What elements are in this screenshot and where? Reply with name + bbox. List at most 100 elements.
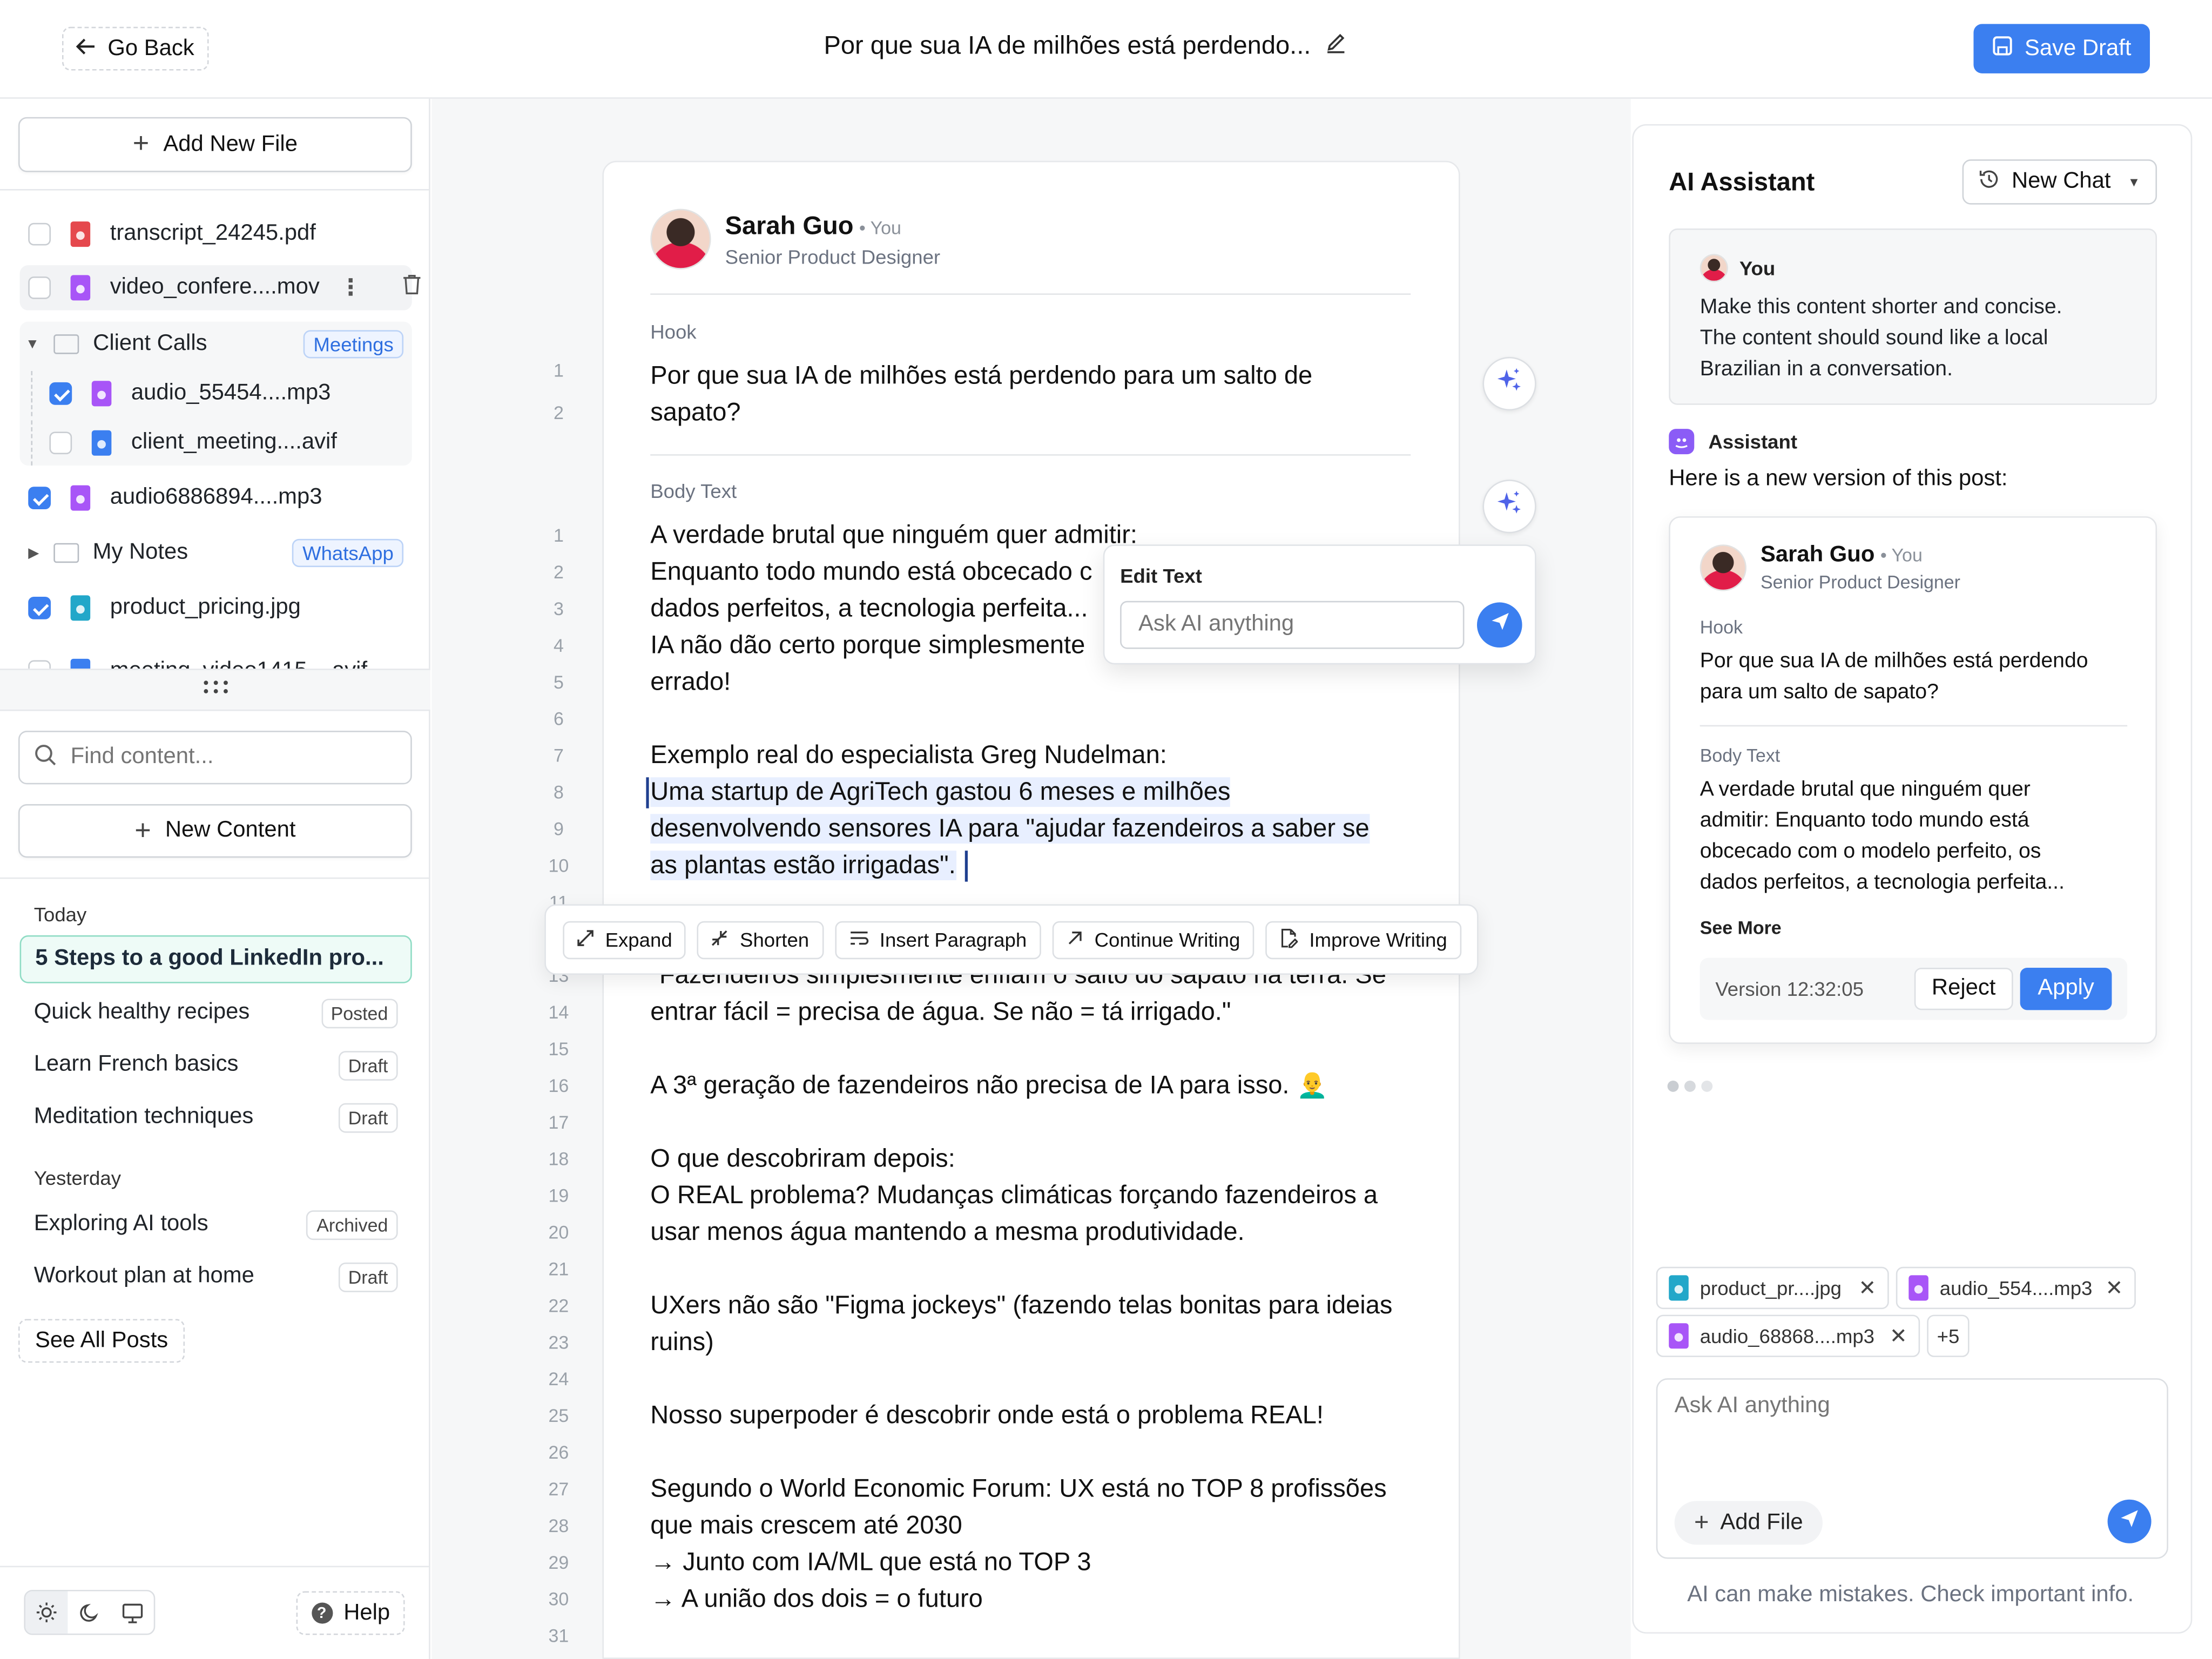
- monitor-icon[interactable]: [111, 1591, 153, 1634]
- image-file-icon: [91, 430, 112, 456]
- file-checkbox[interactable]: [49, 382, 72, 405]
- apply-button[interactable]: Apply: [2020, 967, 2112, 1010]
- edit-text-title: Edit Text: [1120, 564, 1202, 587]
- body-line[interactable]: Enquanto todo mundo está obcecado c: [650, 557, 1092, 587]
- find-content-search[interactable]: [18, 731, 412, 785]
- selected-text-line[interactable]: desenvolvendo sensores IA para "ajudar f…: [650, 814, 1370, 844]
- insert-paragraph-button[interactable]: Insert Paragraph: [834, 920, 1041, 959]
- body-line[interactable]: IA não dão certo porque simplesmente: [650, 631, 1085, 660]
- send-button[interactable]: [1476, 602, 1522, 648]
- file-checkbox[interactable]: [28, 596, 51, 619]
- save-draft-button[interactable]: Save Draft: [1973, 24, 2150, 73]
- post-item[interactable]: Learn French basics Draft: [20, 1041, 412, 1089]
- body-line[interactable]: UXers não são "Figma jockeys" (fazendo t…: [650, 1291, 1392, 1320]
- see-more-link[interactable]: See More: [1700, 917, 1782, 938]
- body-line[interactable]: → A união dos dois = o futuro: [650, 1584, 983, 1614]
- file-item[interactable]: product_pricing.jpg: [20, 585, 412, 631]
- file-item[interactable]: client_meeting....avif: [31, 420, 409, 466]
- folder-item[interactable]: ▼ Client Calls Meetings: [20, 322, 412, 367]
- user-message-line: Brazilian in a conversation.: [1700, 356, 1953, 381]
- moon-icon[interactable]: [68, 1591, 111, 1634]
- post-item-active[interactable]: 5 Steps to a good LinkedIn pro...: [19, 935, 412, 983]
- body-line[interactable]: A 3ª geração de fazendeiros não precisa …: [650, 1071, 1328, 1101]
- document-title[interactable]: Por que sua IA de milhões está perdendo.…: [824, 31, 1348, 60]
- sun-icon[interactable]: [25, 1591, 69, 1634]
- hook-line[interactable]: sapato?: [650, 398, 740, 428]
- post-item[interactable]: Meditation techniques Draft: [20, 1093, 412, 1141]
- caret-right-icon[interactable]: ▶: [28, 545, 39, 561]
- ai-sparkle-button[interactable]: [1482, 356, 1536, 411]
- post-item[interactable]: Quick healthy recipes Posted: [20, 989, 412, 1037]
- body-line[interactable]: usar menos água mantendo a mesma produti…: [650, 1217, 1244, 1247]
- file-checkbox[interactable]: [28, 487, 51, 510]
- reject-button[interactable]: Reject: [1914, 967, 2013, 1010]
- close-icon[interactable]: ✕: [1858, 1275, 1876, 1300]
- send-button[interactable]: [2107, 1499, 2152, 1543]
- new-chat-dropdown[interactable]: New Chat ▼: [1962, 159, 2157, 205]
- post-item[interactable]: Exploring AI tools Archived: [20, 1201, 412, 1249]
- file-name: meeting_video1415....avif: [110, 659, 367, 669]
- file-item[interactable]: audio_55454....mp3: [31, 371, 409, 416]
- close-icon[interactable]: ✕: [1890, 1323, 1907, 1348]
- folder-tag: WhatsApp: [292, 538, 404, 568]
- body-line[interactable]: ruins): [650, 1327, 714, 1357]
- file-item[interactable]: video_confere....mov ⋮: [19, 265, 420, 311]
- more-attachments-count: +5: [1937, 1324, 1960, 1347]
- improve-writing-button[interactable]: Improve Writing: [1265, 920, 1461, 959]
- file-item[interactable]: audio6886894....mp3: [20, 475, 412, 521]
- body-line[interactable]: Exemplo real do especialista Greg Nudelm…: [650, 740, 1167, 770]
- panel-resize-handle[interactable]: [0, 669, 430, 711]
- assistant-intro: Here is a new version of this post:: [1669, 467, 2008, 491]
- body-line[interactable]: O REAL problema? Mudanças climáticas for…: [650, 1181, 1378, 1210]
- body-line[interactable]: errado!: [650, 667, 731, 697]
- body-line[interactable]: Segundo o World Economic Forum: UX está …: [650, 1474, 1386, 1504]
- file-name: transcript_24245.pdf: [110, 221, 316, 246]
- find-content-input[interactable]: [70, 745, 381, 771]
- pencil-icon[interactable]: [1325, 31, 1347, 60]
- continue-writing-button[interactable]: Continue Writing: [1052, 920, 1255, 959]
- file-checkbox[interactable]: [28, 276, 51, 299]
- see-all-posts-button[interactable]: See All Posts: [18, 1319, 185, 1363]
- body-line[interactable]: Nosso superpoder é descobrir onde está o…: [650, 1401, 1324, 1431]
- attachment-chip: audio_554....mp3 ✕: [1896, 1266, 2136, 1310]
- close-icon[interactable]: ✕: [2106, 1275, 2123, 1300]
- new-content-button[interactable]: + New Content: [18, 804, 412, 858]
- file-checkbox[interactable]: [28, 222, 51, 246]
- more-vertical-icon[interactable]: ⋮: [339, 274, 362, 302]
- body-line[interactable]: O que descobriram depois:: [650, 1144, 955, 1174]
- go-back-button[interactable]: Go Back: [62, 26, 209, 71]
- body-line[interactable]: entrar fácil = precisa de água. Se não =…: [650, 997, 1231, 1027]
- edit-text-input[interactable]: [1120, 601, 1465, 649]
- post-item[interactable]: Workout plan at home Draft: [20, 1253, 412, 1301]
- selected-text-line[interactable]: Uma startup de AgriTech gastou 6 meses e…: [650, 777, 1231, 807]
- shorten-button[interactable]: Shorten: [697, 920, 824, 959]
- body-line[interactable]: dados perfeitos, a tecnologia perfeita..…: [650, 594, 1088, 624]
- line-number: 2: [553, 561, 564, 583]
- more-attachments-badge[interactable]: +5: [1927, 1314, 1970, 1357]
- file-item[interactable]: transcript_24245.pdf: [20, 212, 412, 257]
- expand-button[interactable]: Expand: [563, 920, 686, 959]
- post-title: Quick healthy recipes: [33, 1000, 250, 1024]
- body-line[interactable]: A verdade brutal que ninguém quer admiti…: [650, 521, 1137, 550]
- line-number: 8: [553, 781, 564, 803]
- add-file-button[interactable]: + Add File: [1674, 1501, 1823, 1545]
- author-you-label: • You: [1880, 544, 1923, 566]
- chat-input[interactable]: [1674, 1393, 2140, 1451]
- ai-sparkle-button[interactable]: [1482, 480, 1536, 534]
- hook-line[interactable]: Por que sua IA de milhões está perdendo …: [650, 361, 1312, 391]
- file-checkbox[interactable]: [28, 660, 51, 669]
- selected-text-line[interactable]: as plantas estão irrigadas".: [650, 851, 956, 881]
- image-file-icon: [1669, 1275, 1689, 1301]
- add-new-file-button[interactable]: + Add New File: [18, 117, 412, 172]
- help-button[interactable]: ? Help: [296, 1591, 405, 1635]
- file-item[interactable]: meeting_video1415....avif: [20, 649, 412, 669]
- attachment-chip: product_pr....jpg ✕: [1656, 1266, 1889, 1310]
- post-title: Learn French basics: [33, 1052, 239, 1077]
- trash-icon[interactable]: [401, 274, 421, 302]
- body-line[interactable]: que mais crescem até 2030: [650, 1511, 962, 1541]
- file-checkbox[interactable]: [49, 431, 72, 455]
- folder-item[interactable]: ▶ My Notes WhatsApp: [20, 530, 412, 576]
- line-number: 21: [548, 1258, 569, 1280]
- caret-down-icon[interactable]: ▼: [25, 336, 39, 352]
- body-line[interactable]: → Junto com IA/ML que está no TOP 3: [650, 1548, 1091, 1577]
